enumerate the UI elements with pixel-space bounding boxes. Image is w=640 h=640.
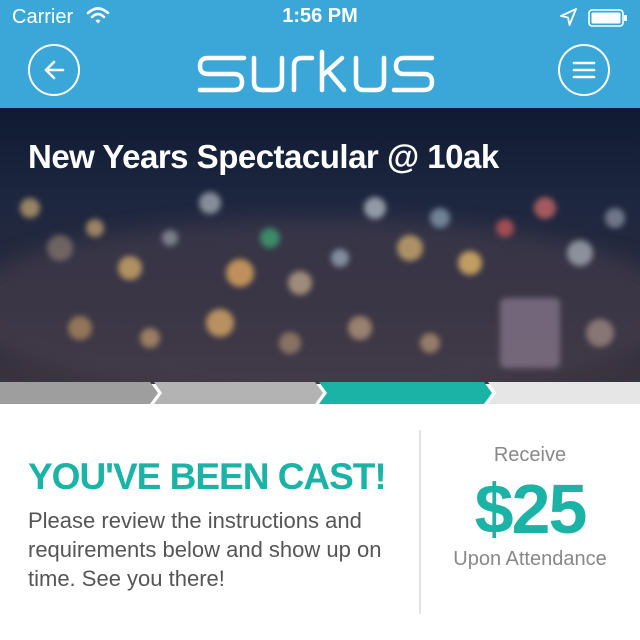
progress-step-3 — [319, 382, 492, 404]
location-arrow-icon — [560, 8, 578, 31]
progress-step-2 — [154, 382, 323, 404]
payout-amount: $25 — [474, 470, 588, 548]
surkus-logo — [197, 49, 435, 93]
menu-button[interactable] — [558, 44, 610, 96]
progress-steps — [0, 382, 640, 404]
payout-pre-label: Receive — [493, 444, 567, 466]
progress-step-4 — [488, 382, 640, 404]
arrow-left-icon — [44, 60, 65, 80]
cast-content: YOU'VE BEEN CAST! Please review the inst… — [0, 404, 640, 640]
payout-post-label: Upon Attendance — [453, 548, 607, 570]
status-bar: Carrier 1:56 PM — [0, 0, 640, 36]
event-title: New Years Spectacular @ 10ak — [28, 138, 499, 175]
divider — [419, 430, 421, 614]
battery-icon — [588, 9, 628, 27]
back-button[interactable] — [28, 44, 80, 96]
clock: 1:56 PM — [282, 5, 358, 27]
navigation-bar — [0, 36, 640, 108]
cast-instructions: Please review the instructions and requi… — [28, 508, 382, 591]
event-hero-image: New Years Spectacular @ 10ak — [0, 108, 640, 384]
hamburger-menu-icon — [572, 61, 596, 79]
payout-panel: Receive $25 Upon Attendance — [430, 444, 630, 572]
progress-step-1 — [0, 382, 158, 404]
cast-heading: YOU'VE BEEN CAST! — [28, 456, 387, 497]
